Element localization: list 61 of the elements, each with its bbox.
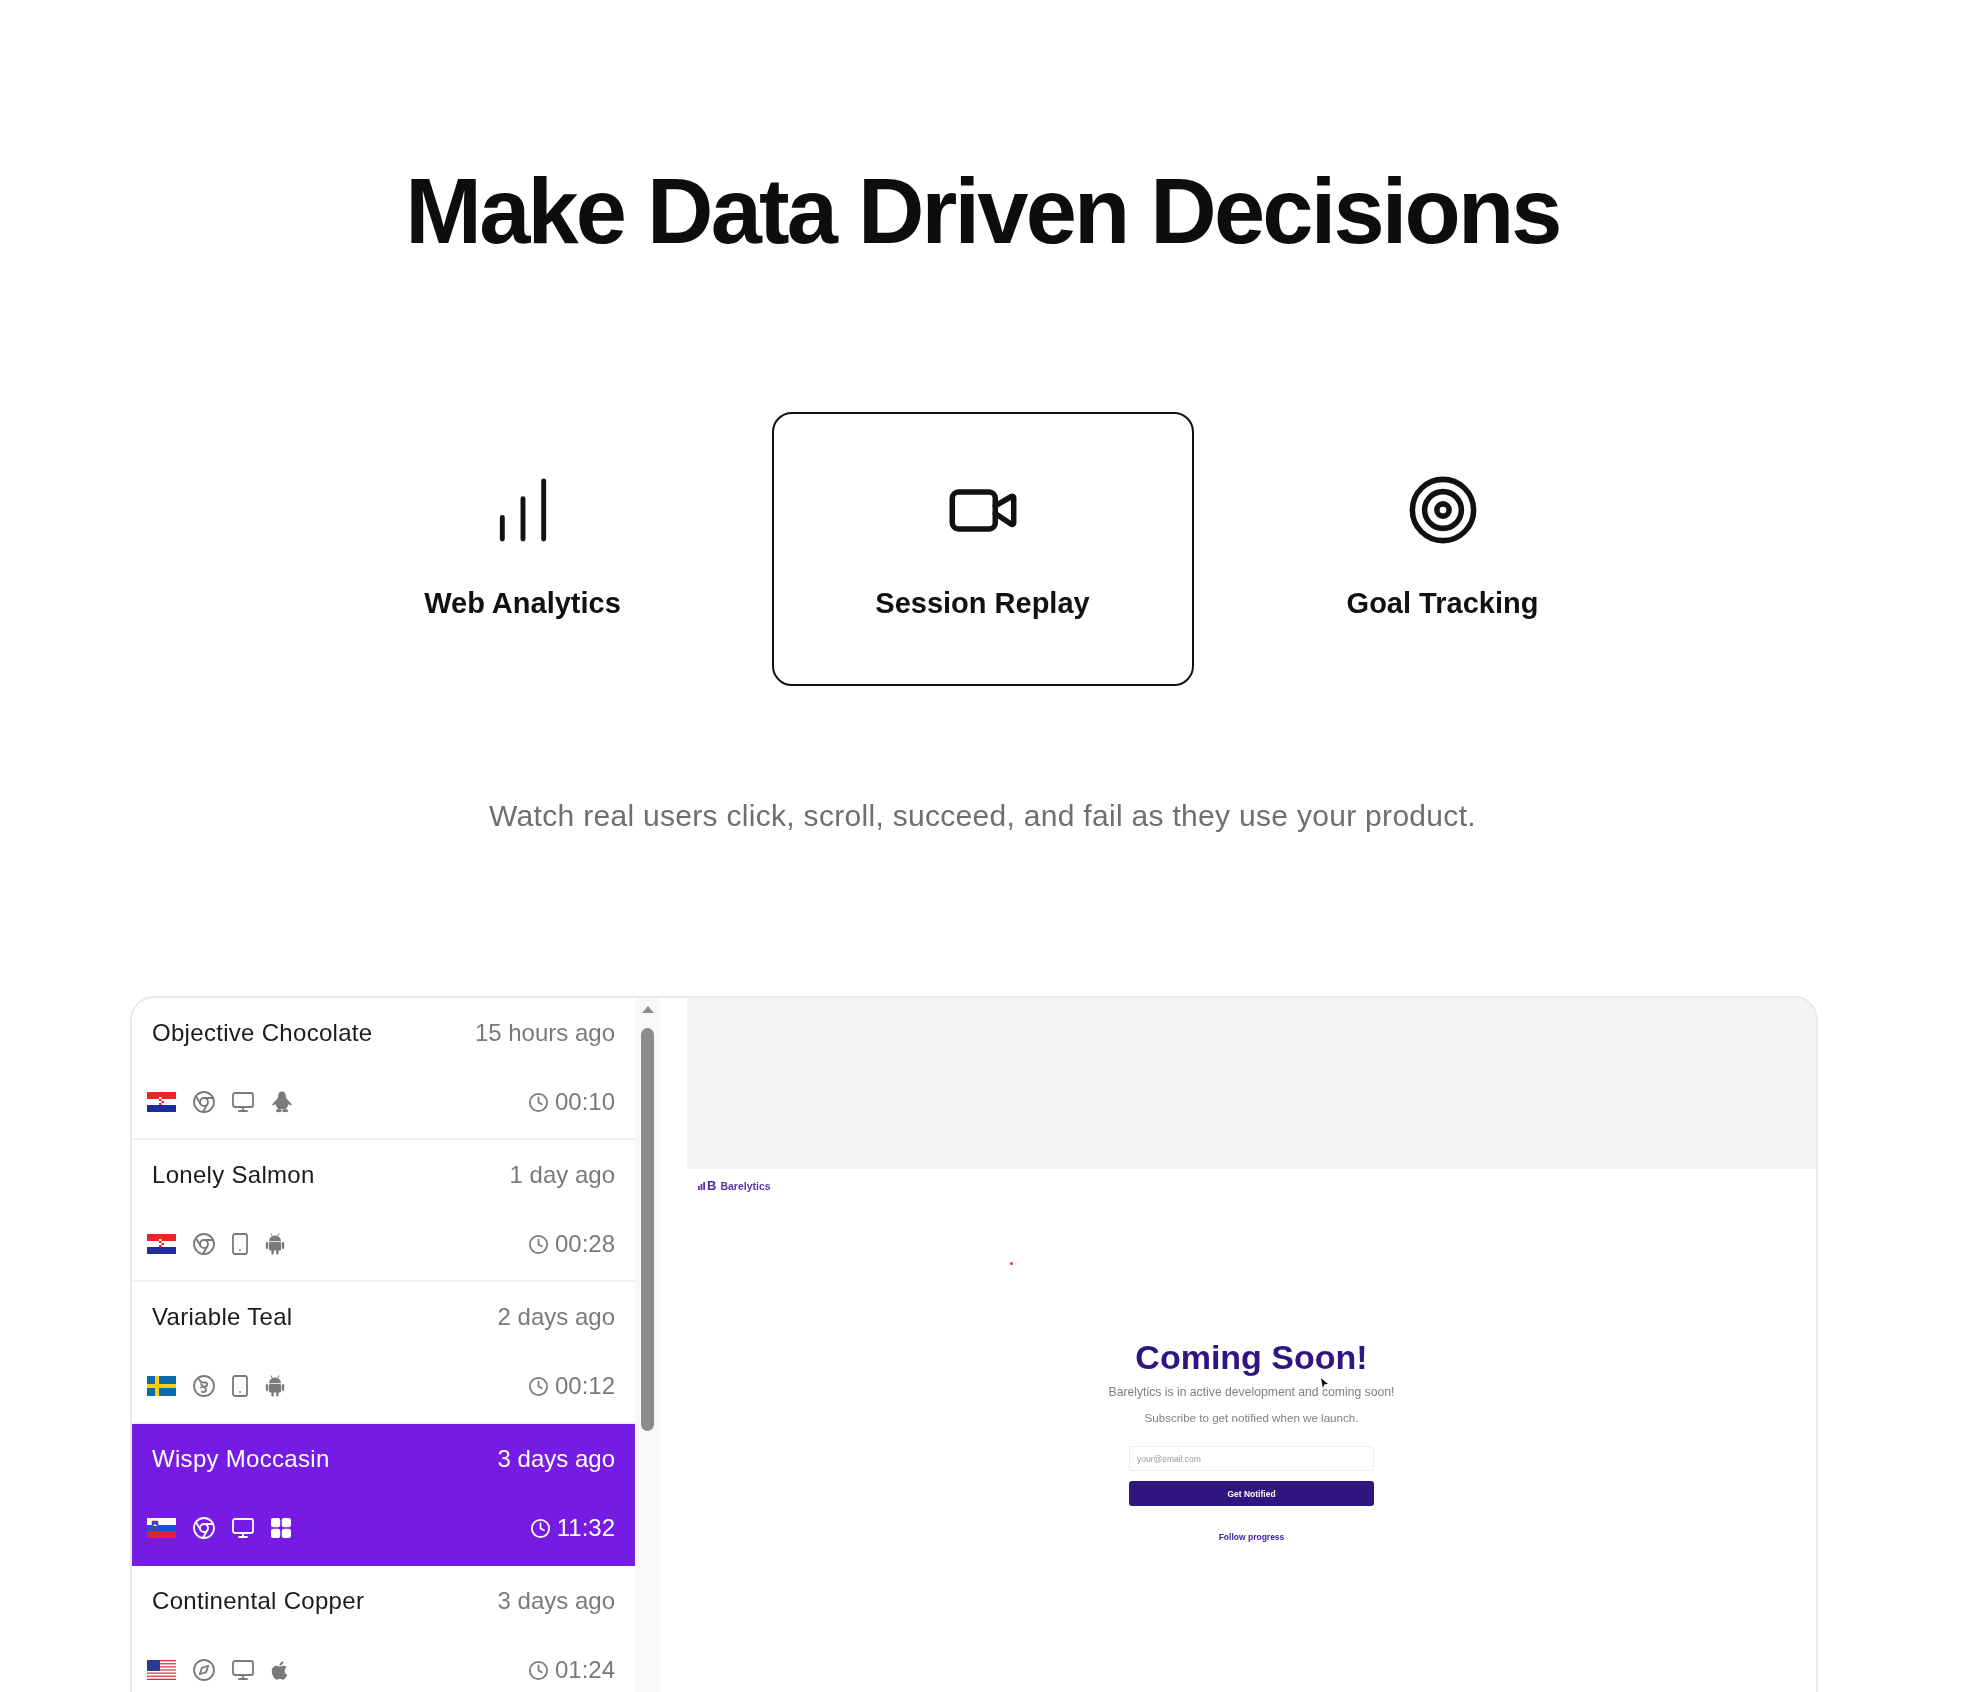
monitor-icon (232, 1092, 254, 1112)
session-time: 2 days ago (497, 1302, 615, 1332)
replay-subtitle: Subscribe to get notified when we launch. (1144, 1411, 1359, 1425)
page-heading: Make Data Driven Decisions (405, 161, 1560, 262)
session-duration: 11:32 (556, 1513, 615, 1543)
session-duration: 00:28 (554, 1229, 615, 1259)
logo-bars-icon (698, 1182, 705, 1190)
clock-icon (528, 1376, 548, 1396)
target-icon (1408, 476, 1477, 544)
session-row[interactable]: Objective Chocolate 15 hours ago 00:10 (132, 998, 635, 1140)
chrome-icon (193, 1233, 215, 1255)
monitor-icon (232, 1518, 254, 1538)
session-duration: 01:24 (554, 1655, 615, 1685)
cursor-icon (1321, 1378, 1328, 1388)
flag-icon (147, 1234, 176, 1254)
penguin-icon (271, 1091, 293, 1113)
chrome-icon (193, 1091, 215, 1113)
logo-mark: B (707, 1179, 717, 1193)
flag-icon (147, 1660, 176, 1680)
phone-icon (232, 1375, 248, 1397)
session-row[interactable]: Wispy Moccasin 3 days ago 11:32 (132, 1424, 635, 1566)
scroll-up-arrow-icon[interactable] (641, 1006, 654, 1013)
session-name: Continental Copper (152, 1586, 366, 1616)
video-camera-icon (948, 488, 1017, 532)
session-time: 1 day ago (509, 1160, 615, 1190)
session-name: Objective Chocolate (152, 1018, 374, 1048)
swirl-circle-icon (193, 1375, 215, 1397)
session-time: 3 days ago (497, 1586, 615, 1616)
chrome-icon (193, 1517, 215, 1539)
follow-progress-link[interactable]: Follow progress (1218, 1531, 1285, 1543)
clock-icon (530, 1518, 550, 1538)
clock-icon (528, 1092, 548, 1112)
session-duration: 00:10 (554, 1087, 615, 1117)
session-name: Wispy Moccasin (152, 1444, 331, 1474)
flag-icon (147, 1518, 176, 1538)
notify-button[interactable]: Get Notified (1129, 1481, 1374, 1506)
session-name: Variable Teal (152, 1302, 294, 1332)
coming-soon-title: Coming Soon! (1135, 1337, 1368, 1377)
feature-description: Watch real users click, scroll, succeed, and fail as they use your product. (489, 799, 1476, 833)
feature-tab[interactable]: Session Replay (771, 412, 1194, 686)
session-time: 3 days ago (497, 1444, 615, 1474)
email-field[interactable]: your@email.com (1129, 1446, 1374, 1471)
logo-text: Barelytics (720, 1179, 771, 1193)
session-name: Lonely Salmon (152, 1160, 316, 1190)
android-icon (265, 1375, 285, 1397)
replay-subtitle: Barelytics is in active development and coming soon! (1108, 1385, 1395, 1399)
apple-icon (271, 1659, 288, 1681)
session-duration: 00:12 (554, 1371, 615, 1401)
compass-icon (193, 1659, 215, 1681)
monitor-icon (232, 1660, 254, 1680)
session-time: 15 hours ago (474, 1018, 615, 1048)
scrollbar-thumb[interactable] (641, 1028, 654, 1431)
phone-icon (232, 1233, 248, 1255)
flag-icon (147, 1376, 176, 1396)
windows-icon (271, 1518, 291, 1538)
clock-icon (528, 1660, 548, 1680)
bar-chart-icon (497, 478, 548, 542)
clock-icon (528, 1234, 548, 1254)
click-dot-icon (1010, 1262, 1013, 1265)
flag-icon (147, 1092, 176, 1112)
android-icon (265, 1233, 285, 1255)
